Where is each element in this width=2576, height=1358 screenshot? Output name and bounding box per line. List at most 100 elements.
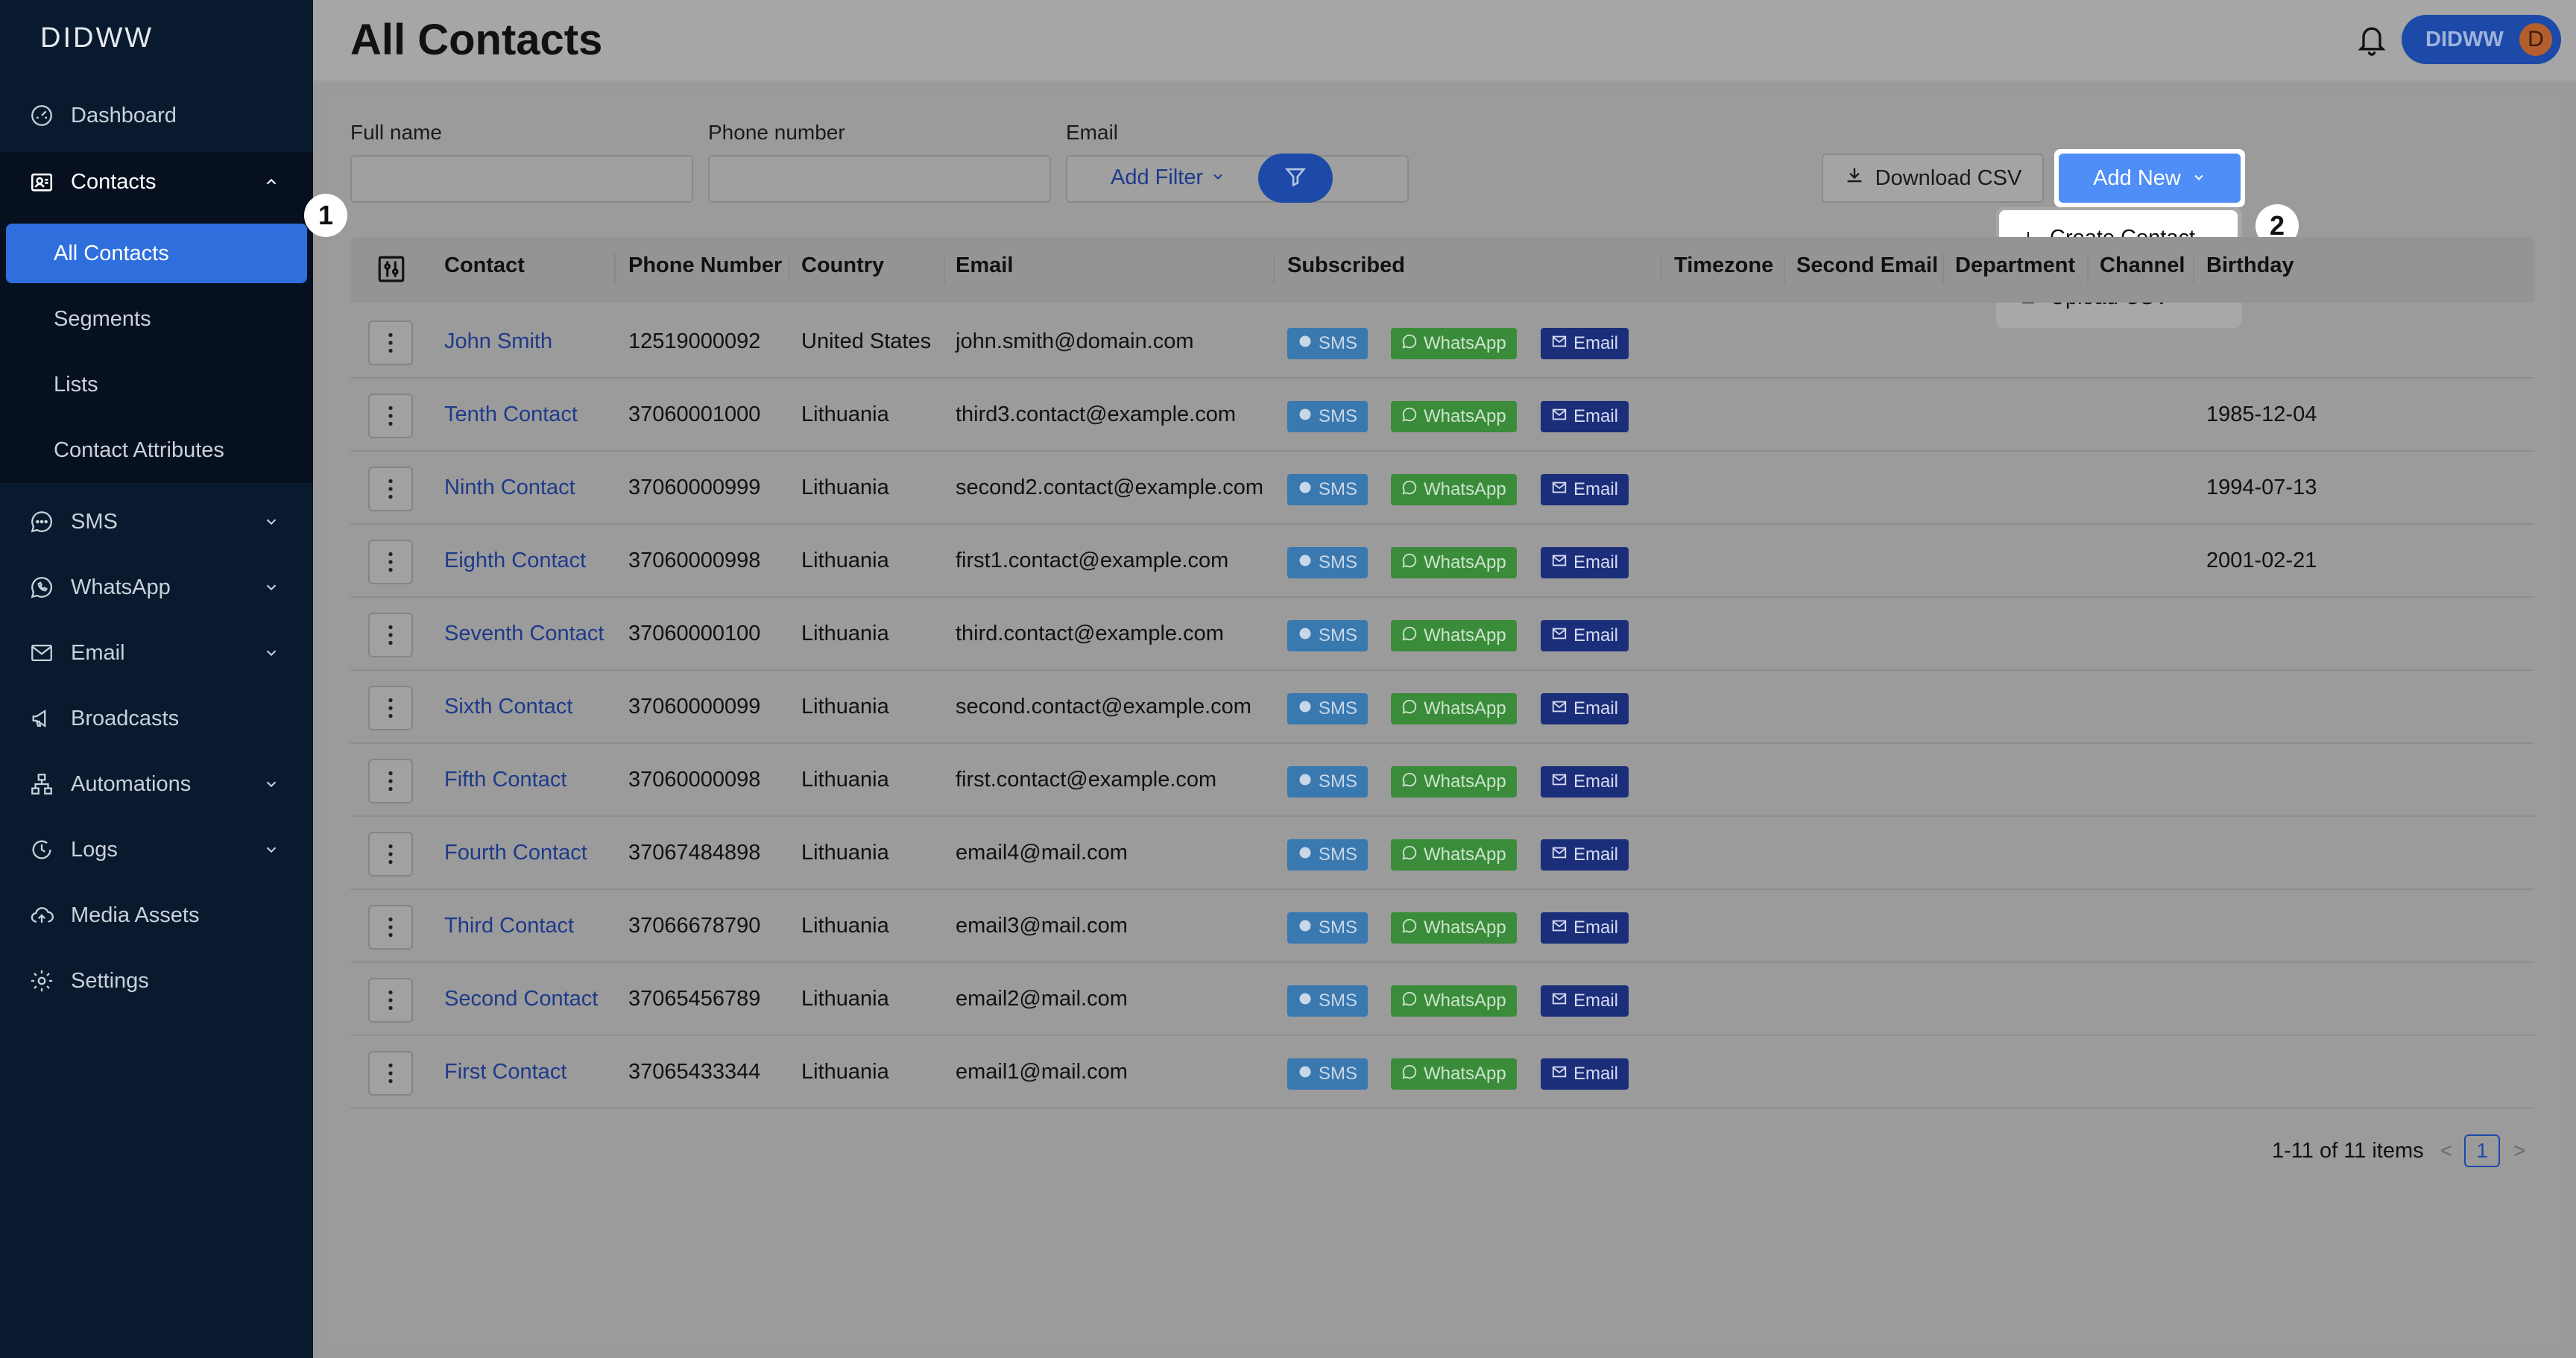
add-filter-button[interactable]: Add Filter [1111, 165, 1225, 190]
email-icon [1551, 844, 1568, 866]
phone-number: 37060001000 [628, 402, 761, 426]
email: first.contact@example.com [956, 768, 1217, 792]
full-name-input[interactable] [350, 155, 693, 203]
badge-label: Email [1573, 406, 1619, 426]
row-actions-button[interactable] [368, 613, 413, 657]
sms-subscribed-badge: SMS [1287, 401, 1368, 432]
download-csv-button[interactable]: Download CSV [1822, 154, 2044, 203]
column-header-department: Department [1955, 253, 2076, 277]
sidebar-item-broadcasts[interactable]: Broadcasts [0, 689, 313, 748]
chevron-down-icon [2191, 166, 2206, 191]
row-actions-button[interactable] [368, 905, 413, 950]
email-subscribed-badge: Email [1541, 401, 1629, 432]
prev-page-button[interactable]: < [2440, 1139, 2452, 1163]
email-subscribed-badge: Email [1541, 985, 1629, 1017]
row-actions-button[interactable] [368, 832, 413, 877]
next-page-button[interactable]: > [2513, 1139, 2525, 1163]
more-vertical-icon [388, 990, 393, 1011]
contact-name-link[interactable]: Third Contact [444, 914, 574, 938]
column-header-second-email: Second Email [1796, 253, 1939, 277]
badge-label: Email [1573, 479, 1619, 499]
contacts-icon [28, 168, 55, 195]
row-actions-button[interactable] [368, 978, 413, 1023]
sidebar-item-label: Contact Attributes [54, 438, 224, 462]
contact-name-link[interactable]: Fourth Contact [444, 841, 587, 865]
row-actions-button[interactable] [368, 1051, 413, 1096]
email-icon [1551, 406, 1568, 428]
whatsapp-subscribed-badge: WhatsApp [1391, 766, 1517, 798]
contact-name-link[interactable]: Tenth Contact [444, 402, 578, 427]
sidebar-item-sms[interactable]: SMS [0, 492, 313, 552]
phone-number: 37066678790 [628, 914, 761, 938]
sidebar-item-segments[interactable]: Segments [0, 289, 313, 349]
whatsapp-subscribed-badge: WhatsApp [1391, 620, 1517, 651]
annotation-badge-1: 1 [304, 194, 347, 237]
add-new-button[interactable]: Add New [2059, 154, 2241, 203]
contact-name-link[interactable]: First Contact [444, 1060, 566, 1084]
row-actions-button[interactable] [368, 394, 413, 438]
chevron-down-icon [262, 841, 280, 859]
sms-icon [1298, 406, 1313, 427]
column-header-country: Country [801, 253, 885, 277]
column-header-birthday: Birthday [2206, 253, 2294, 277]
contact-name-link[interactable]: Seventh Contact [444, 622, 604, 646]
whatsapp-icon [1401, 844, 1418, 866]
sidebar-item-settings[interactable]: Settings [0, 951, 313, 1011]
contact-name-link[interactable]: Sixth Contact [444, 695, 572, 719]
sidebar-item-automations[interactable]: Automations [0, 754, 313, 814]
row-actions-button[interactable] [368, 540, 413, 584]
sidebar-item-contacts[interactable]: Contacts [0, 152, 313, 212]
sms-subscribed-badge: SMS [1287, 620, 1368, 651]
sidebar-item-contact-attributes[interactable]: Contact Attributes [0, 420, 313, 480]
badge-label: SMS [1319, 991, 1358, 1011]
sidebar-item-all-contacts[interactable]: All Contacts [6, 224, 307, 283]
user-menu-button[interactable]: DIDWW D [2402, 15, 2561, 64]
sidebar-item-media-assets[interactable]: Media Assets [0, 885, 313, 945]
sidebar-item-whatsapp[interactable]: WhatsApp [0, 558, 313, 617]
sms-subscribed-badge: SMS [1287, 912, 1368, 944]
more-vertical-icon [388, 552, 393, 572]
email: email1@mail.com [956, 1060, 1128, 1084]
table-row: Tenth Contact 37060001000 Lithuania third3.… [350, 379, 2534, 452]
more-vertical-icon [388, 771, 393, 792]
sms-icon [28, 508, 55, 535]
add-filter-label: Add Filter [1111, 165, 1204, 189]
contact-name-link[interactable]: Ninth Contact [444, 476, 575, 500]
sms-icon [1298, 918, 1313, 938]
phone-number: 37060000999 [628, 476, 761, 499]
row-actions-button[interactable] [368, 467, 413, 511]
cloud-upload-icon [28, 902, 55, 929]
email-icon [1551, 771, 1568, 793]
badge-label: WhatsApp [1424, 625, 1506, 645]
country: Lithuania [801, 987, 889, 1011]
contact-name-link[interactable]: John Smith [444, 329, 552, 354]
contact-name-link[interactable]: Eighth Contact [444, 549, 586, 573]
row-actions-button[interactable] [368, 320, 413, 365]
sidebar-item-logs[interactable]: Logs [0, 820, 313, 879]
bell-icon[interactable] [2355, 21, 2388, 58]
badge-label: WhatsApp [1424, 1064, 1506, 1084]
table-row: Ninth Contact 37060000999 Lithuania second2… [350, 452, 2534, 525]
row-actions-button[interactable] [368, 759, 413, 803]
badge-label: SMS [1319, 844, 1358, 865]
contact-name-link[interactable]: Second Contact [444, 987, 598, 1011]
table-row: Third Contact 37066678790 Lithuania email3@… [350, 890, 2534, 963]
page-1-button[interactable]: 1 [2464, 1134, 2500, 1167]
sidebar-item-label: Dashboard [71, 103, 177, 127]
row-actions-button[interactable] [368, 686, 413, 730]
more-vertical-icon [388, 917, 393, 938]
apply-filter-button[interactable] [1258, 154, 1333, 203]
phone-number-input[interactable] [708, 155, 1051, 203]
email-icon [1551, 552, 1568, 574]
sms-subscribed-badge: SMS [1287, 547, 1368, 578]
phone-number: 37067484898 [628, 841, 761, 865]
sidebar-item-label: All Contacts [54, 241, 169, 265]
sidebar-item-lists[interactable]: Lists [0, 355, 313, 414]
country: Lithuania [801, 622, 889, 645]
whatsapp-icon [1401, 333, 1418, 355]
contact-name-link[interactable]: Fifth Contact [444, 768, 566, 792]
sms-subscribed-badge: SMS [1287, 693, 1368, 724]
column-settings-icon[interactable] [376, 253, 407, 285]
sidebar-item-email[interactable]: Email [0, 623, 313, 683]
sidebar-item-dashboard[interactable]: Dashboard [0, 86, 313, 145]
